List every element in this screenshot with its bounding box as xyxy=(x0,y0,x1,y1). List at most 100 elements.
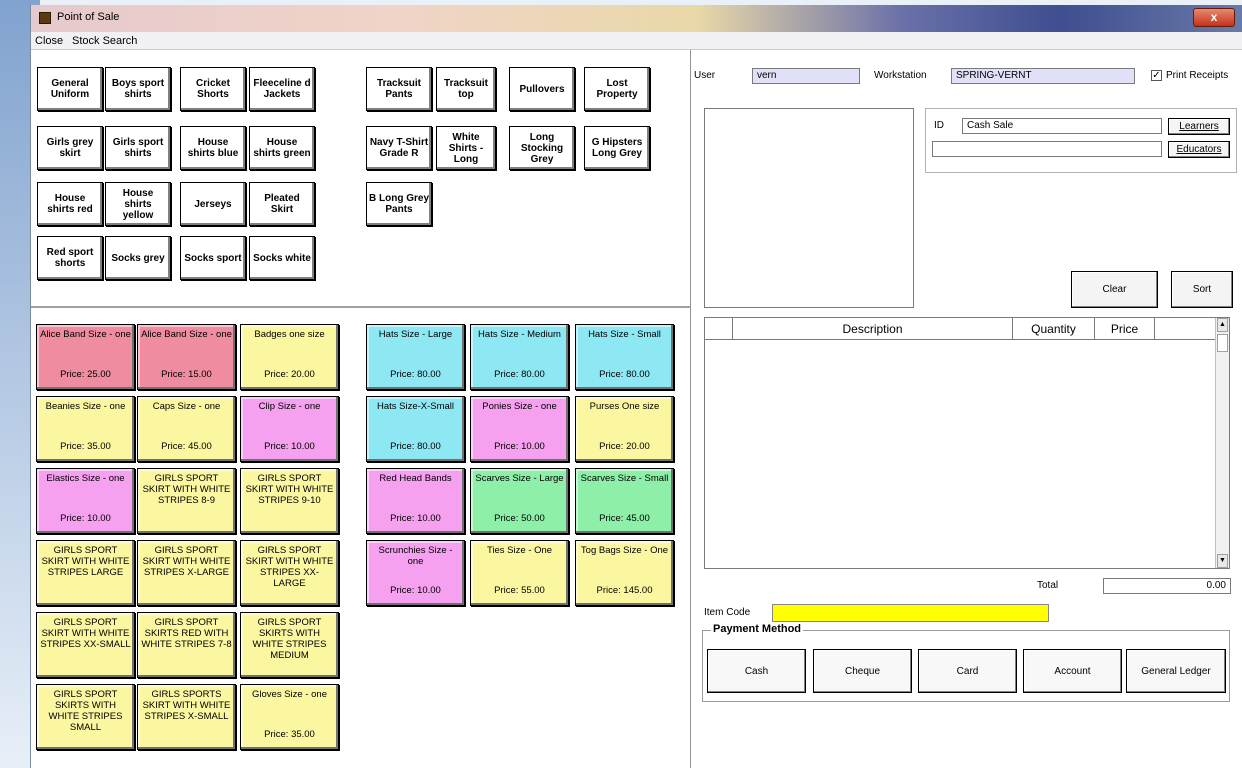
category-button[interactable]: White Shirts - Long xyxy=(436,126,496,170)
category-button[interactable]: Navy T-Shirt Grade R xyxy=(366,126,432,170)
product-button[interactable]: Hats Size - Large Price: 80.00 xyxy=(366,324,465,390)
category-button[interactable]: House shirts red xyxy=(37,182,103,226)
total-field: 0.00 xyxy=(1103,578,1231,594)
category-button[interactable]: House shirts yellow xyxy=(105,182,171,226)
category-button[interactable]: Socks white xyxy=(249,236,315,280)
product-name: GIRLS SPORT SKIRT WITH WHITE STRIPES 8-9 xyxy=(142,473,231,506)
product-button[interactable]: Alice Band Size - one Price: 15.00 xyxy=(137,324,236,390)
product-button[interactable]: GIRLS SPORT SKIRT WITH WHITE STRIPES XX-… xyxy=(240,540,339,606)
product-button[interactable]: Red Head Bands Price: 10.00 xyxy=(366,468,465,534)
item-code-input[interactable] xyxy=(772,604,1049,622)
product-name: Scarves Size - Large xyxy=(475,473,564,484)
product-price: Price: 80.00 xyxy=(599,369,650,380)
product-button[interactable]: Hats Size - Medium Price: 80.00 xyxy=(470,324,569,390)
category-button[interactable]: Long Stocking Grey xyxy=(509,126,575,170)
product-price: Price: 20.00 xyxy=(264,369,315,380)
category-button[interactable]: B Long Grey Pants xyxy=(366,182,432,226)
category-button[interactable]: House shirts blue xyxy=(180,126,246,170)
product-button[interactable]: GIRLS SPORT SKIRT WITH WHITE STRIPES LAR… xyxy=(36,540,135,606)
product-button[interactable]: Tog Bags Size - One Price: 145.00 xyxy=(575,540,674,606)
workstation-field[interactable]: SPRING-VERNT xyxy=(951,68,1135,84)
general-ledger-button[interactable]: General Ledger xyxy=(1126,649,1226,693)
product-button[interactable]: Ponies Size - one Price: 10.00 xyxy=(470,396,569,462)
category-button[interactable]: Socks sport xyxy=(180,236,246,280)
category-button[interactable]: Girls grey skirt xyxy=(37,126,103,170)
learners-button[interactable]: Learners xyxy=(1168,118,1230,135)
product-button[interactable]: GIRLS SPORT SKIRTS WITH WHITE STRIPES ME… xyxy=(240,612,339,678)
category-button[interactable]: Tracksuit Pants xyxy=(366,67,432,111)
product-button[interactable]: Hats Size-X-Small Price: 80.00 xyxy=(366,396,465,462)
cash-button[interactable]: Cash xyxy=(707,649,806,693)
product-button[interactable]: Elastics Size - one Price: 10.00 xyxy=(36,468,135,534)
product-button[interactable]: GIRLS SPORT SKIRT WITH WHITE STRIPES XX-… xyxy=(36,612,135,678)
category-button[interactable]: Red sport shorts xyxy=(37,236,103,280)
clear-button[interactable]: Clear xyxy=(1071,271,1158,308)
product-button[interactable]: GIRLS SPORT SKIRTS RED WITH WHITE STRIPE… xyxy=(137,612,236,678)
pos-window: Point of Sale x Close Stock Search Gener… xyxy=(30,5,1242,768)
column-description[interactable]: Description xyxy=(733,318,1013,340)
product-button[interactable]: Scarves Size - Large Price: 50.00 xyxy=(470,468,569,534)
menu-stock-search[interactable]: Stock Search xyxy=(72,35,137,47)
product-name: Caps Size - one xyxy=(152,401,221,412)
product-price: Price: 10.00 xyxy=(264,441,315,452)
product-button[interactable]: Scrunchies Size - one Price: 10.00 xyxy=(366,540,465,606)
category-button[interactable]: Boys sport shirts xyxy=(105,67,171,111)
product-name: Beanies Size - one xyxy=(45,401,126,412)
column-quantity[interactable]: Quantity xyxy=(1013,318,1095,340)
id-field[interactable]: Cash Sale xyxy=(962,118,1162,134)
scroll-thumb[interactable] xyxy=(1217,334,1228,352)
category-button[interactable]: Pleated Skirt xyxy=(249,182,315,226)
product-button[interactable]: GIRLS SPORT SKIRTS WITH WHITE STRIPES SM… xyxy=(36,684,135,750)
title-bar: Point of Sale x xyxy=(31,5,1242,32)
product-button[interactable]: Purses One size Price: 20.00 xyxy=(575,396,674,462)
product-button[interactable]: Badges one size Price: 20.00 xyxy=(240,324,339,390)
print-receipts-checkbox[interactable]: ✓ xyxy=(1151,70,1162,81)
customer-name-field[interactable] xyxy=(932,141,1162,157)
account-button[interactable]: Account xyxy=(1023,649,1122,693)
product-button[interactable]: GIRLS SPORT SKIRT WITH WHITE STRIPES 9-1… xyxy=(240,468,339,534)
product-button[interactable]: Hats Size - Small Price: 80.00 xyxy=(575,324,674,390)
category-button[interactable]: Fleeceline d Jackets xyxy=(249,67,315,111)
product-button[interactable]: Scarves Size - Small Price: 45.00 xyxy=(575,468,674,534)
category-button[interactable]: Cricket Shorts xyxy=(180,67,246,111)
grid-header: Description Quantity Price xyxy=(705,318,1215,340)
product-button[interactable]: Caps Size - one Price: 45.00 xyxy=(137,396,236,462)
category-button[interactable]: Girls sport shirts xyxy=(105,126,171,170)
scroll-up-icon[interactable]: ▲ xyxy=(1217,318,1228,332)
category-button[interactable]: Socks grey xyxy=(105,236,171,280)
category-button[interactable]: Lost Property xyxy=(584,67,650,111)
print-receipts-label: Print Receipts xyxy=(1166,70,1229,81)
sale-items-grid[interactable]: Description Quantity Price ▲ ▼ xyxy=(704,317,1230,569)
product-button[interactable]: GIRLS SPORT SKIRT WITH WHITE STRIPES X-L… xyxy=(137,540,236,606)
total-label: Total xyxy=(1037,580,1059,591)
educators-button[interactable]: Educators xyxy=(1168,141,1230,158)
category-button[interactable]: Jerseys xyxy=(180,182,246,226)
product-name: Ponies Size - one xyxy=(482,401,557,412)
product-price: Price: 35.00 xyxy=(264,729,315,740)
product-button[interactable]: Beanies Size - one Price: 35.00 xyxy=(36,396,135,462)
category-button[interactable]: Tracksuit top xyxy=(436,67,496,111)
close-window-button[interactable]: x xyxy=(1193,8,1235,27)
product-button[interactable]: Gloves Size - one Price: 35.00 xyxy=(240,684,339,750)
category-button[interactable]: G Hipsters Long Grey xyxy=(584,126,650,170)
category-button[interactable]: General Uniform xyxy=(37,67,103,111)
product-price: Price: 145.00 xyxy=(596,585,653,596)
grid-scrollbar[interactable]: ▲ ▼ xyxy=(1215,318,1229,568)
product-price: Price: 25.00 xyxy=(60,369,111,380)
product-button[interactable]: Ties Size - One Price: 55.00 xyxy=(470,540,569,606)
user-field[interactable]: vern xyxy=(752,68,860,84)
product-button[interactable]: Alice Band Size - one Price: 25.00 xyxy=(36,324,135,390)
card-button[interactable]: Card xyxy=(918,649,1017,693)
product-button[interactable]: GIRLS SPORT SKIRT WITH WHITE STRIPES 8-9 xyxy=(137,468,236,534)
product-button[interactable]: Clip Size - one Price: 10.00 xyxy=(240,396,339,462)
cheque-button[interactable]: Cheque xyxy=(813,649,912,693)
column-price[interactable]: Price xyxy=(1095,318,1155,340)
category-button[interactable]: House shirts green xyxy=(249,126,315,170)
scroll-down-icon[interactable]: ▼ xyxy=(1217,554,1228,568)
category-button[interactable]: Pullovers xyxy=(509,67,575,111)
product-button[interactable]: GIRLS SPORTS SKIRT WITH WHITE STRIPES X-… xyxy=(137,684,236,750)
sort-button[interactable]: Sort xyxy=(1171,271,1233,308)
product-price: Price: 10.00 xyxy=(390,513,441,524)
menu-close[interactable]: Close xyxy=(35,35,63,47)
product-price: Price: 50.00 xyxy=(494,513,545,524)
